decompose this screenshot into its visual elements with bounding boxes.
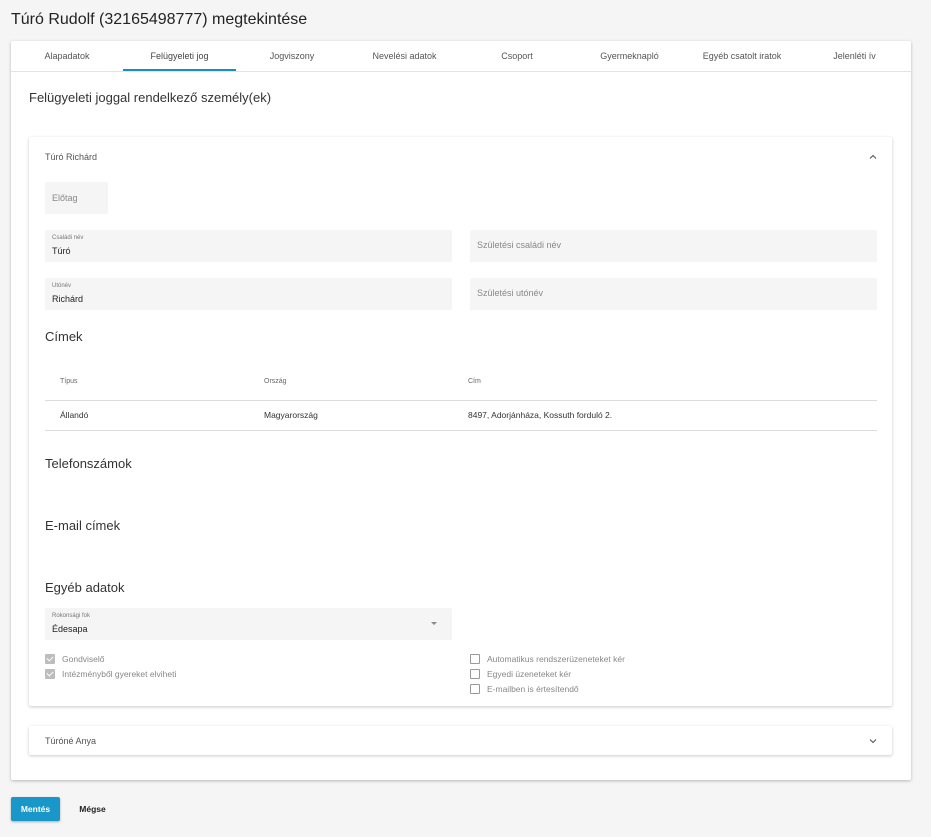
relation-value: Édesapa xyxy=(52,624,88,634)
other-data-title: Egyéb adatok xyxy=(45,580,125,595)
birth-family-name-field[interactable]: Születési családi név xyxy=(470,230,877,262)
tab-jelenleti-iv[interactable]: Jelenléti ív xyxy=(798,41,911,71)
address-cell: 8497, Adorjánháza, Kossuth forduló 2. xyxy=(468,410,613,420)
family-name-field[interactable]: Családi név Túró xyxy=(45,230,452,262)
given-name-field[interactable]: Utónév Richárd xyxy=(45,278,452,310)
birth-given-name-placeholder: Születési utónév xyxy=(477,288,544,298)
custom-messages-checkbox[interactable]: Egyedi üzeneteket kér xyxy=(470,668,572,680)
birth-given-name-field[interactable]: Születési utónév xyxy=(470,278,877,310)
phones-title: Telefonszámok xyxy=(45,456,132,471)
auto-messages-checkbox-label: Automatikus rendszerüzeneteket kér xyxy=(487,654,625,664)
checkbox-icon xyxy=(470,683,480,694)
guardian-checkbox[interactable]: Gondviselő xyxy=(45,653,105,665)
active-tab-indicator xyxy=(123,69,236,71)
section-title: Felügyeleti joggal rendelkező személy(ek… xyxy=(29,90,272,105)
pickup-allowed-checkbox-label: Intézményből gyereket elviheti xyxy=(62,669,177,679)
given-name-label: Utónév xyxy=(52,283,72,289)
checkbox-checked-icon xyxy=(45,653,55,664)
tab-csoport[interactable]: Csoport xyxy=(461,41,573,71)
checkbox-icon xyxy=(470,653,480,664)
guardian-panel-1-header[interactable]: Túró Richárd xyxy=(45,152,97,162)
guardian-checkbox-label: Gondviselő xyxy=(62,654,105,664)
given-name-value: Richárd xyxy=(52,294,84,304)
family-name-value: Túró xyxy=(52,246,71,256)
guardian-panel-2[interactable]: Túróné Anya xyxy=(29,726,892,755)
chevron-up-icon[interactable] xyxy=(868,152,878,162)
birth-family-name-placeholder: Születési családi név xyxy=(477,240,562,250)
col-header-country: Ország xyxy=(264,378,287,385)
tab-felugyeleti-jog[interactable]: Felügyeleti jog xyxy=(123,41,236,71)
chevron-down-icon[interactable] xyxy=(868,736,878,746)
dropdown-arrow-icon xyxy=(431,622,437,625)
guardian-panel-2-header[interactable]: Túróné Anya xyxy=(45,736,96,746)
cancel-button[interactable]: Mégse xyxy=(70,797,115,821)
checkbox-checked-icon xyxy=(45,668,55,679)
tab-jogviszony[interactable]: Jogviszony xyxy=(236,41,348,71)
email-notify-checkbox-label: E-mailben is értesítendő xyxy=(487,684,579,694)
page-title: Túró Rudolf (32165498777) megtekintése xyxy=(11,11,308,28)
addresses-title: Címek xyxy=(45,329,83,344)
email-notify-checkbox[interactable]: E-mailben is értesítendő xyxy=(470,683,579,695)
checkbox-icon xyxy=(470,668,480,679)
tab-nevelesi-adatok[interactable]: Nevelési adatok xyxy=(348,41,461,71)
prefix-field[interactable]: Előtag xyxy=(45,182,108,214)
tab-alapadatok[interactable]: Alapadatok xyxy=(11,41,123,71)
tab-gyermeknaplo[interactable]: Gyermeknapló xyxy=(573,41,686,71)
table-header-divider xyxy=(45,400,877,401)
address-country-cell: Magyarország xyxy=(264,410,318,420)
relation-label: Rokonsági fok xyxy=(52,613,91,619)
col-header-type: Típus xyxy=(60,378,78,385)
auto-messages-checkbox[interactable]: Automatikus rendszerüzeneteket kér xyxy=(470,653,625,665)
col-header-address: Cím xyxy=(468,378,481,385)
pickup-allowed-checkbox[interactable]: Intézményből gyereket elviheti xyxy=(45,668,177,680)
table-row-divider xyxy=(45,430,877,431)
tab-egyeb-csatolt-iratok[interactable]: Egyéb csatolt iratok xyxy=(686,41,798,71)
tab-bar: Alapadatok Felügyeleti jog Jogviszony Ne… xyxy=(11,41,911,72)
guardian-panel-1: Túró Richárd Előtag Családi név Túró Szü… xyxy=(29,137,892,706)
family-name-label: Családi név xyxy=(52,235,84,241)
emails-title: E-mail címek xyxy=(45,518,121,533)
save-button[interactable]: Mentés xyxy=(11,797,60,821)
relation-select[interactable]: Rokonsági fok Édesapa xyxy=(45,608,452,640)
main-card: Alapadatok Felügyeleti jog Jogviszony Ne… xyxy=(11,41,911,780)
prefix-placeholder: Előtag xyxy=(52,193,78,203)
address-type-cell: Állandó xyxy=(60,410,89,420)
custom-messages-checkbox-label: Egyedi üzeneteket kér xyxy=(487,669,572,679)
